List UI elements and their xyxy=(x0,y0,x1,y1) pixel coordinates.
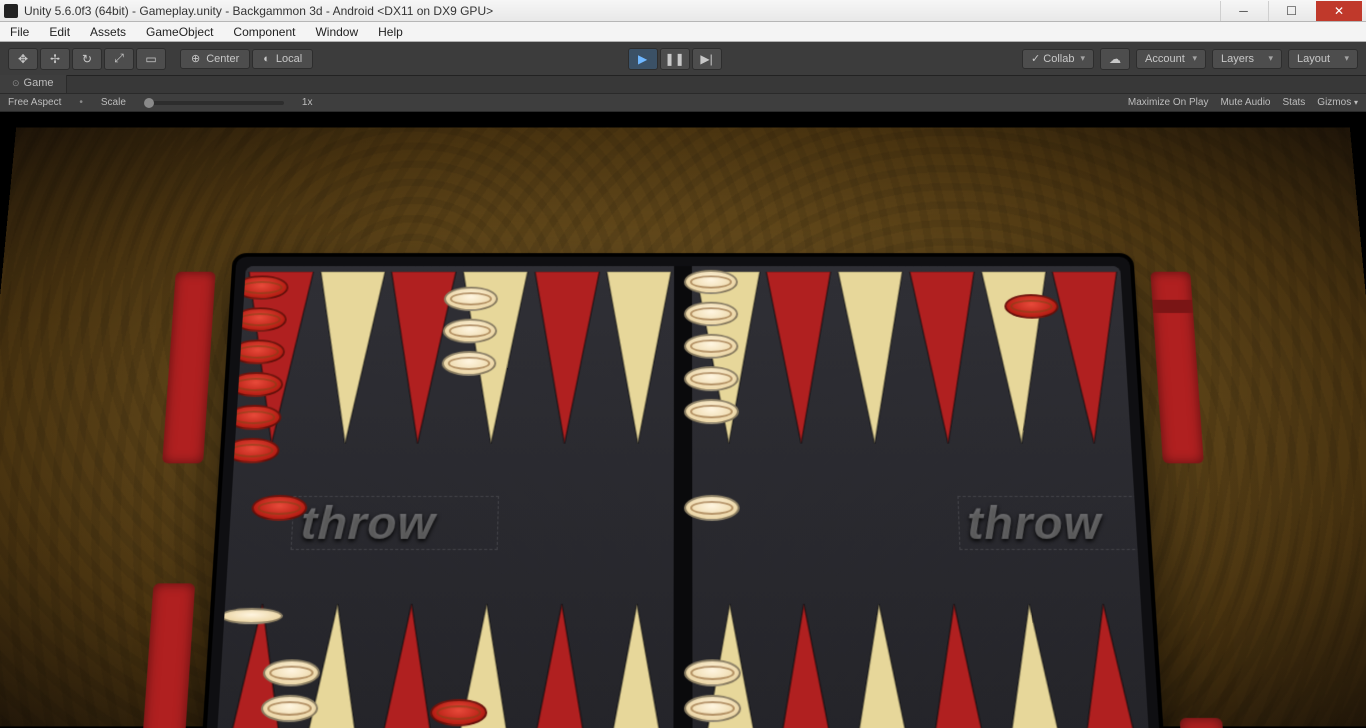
window-title: Unity 5.6.0f3 (64bit) - Gameplay.unity -… xyxy=(24,4,493,18)
pause-button[interactable]: ❚❚ xyxy=(660,48,690,70)
cloud-button[interactable]: ☁ xyxy=(1100,48,1130,70)
maximize-on-play-toggle[interactable]: Maximize On Play xyxy=(1128,97,1209,108)
board-point[interactable] xyxy=(527,272,602,454)
hand-tool-button[interactable]: ✥ xyxy=(8,48,38,70)
layers-dropdown[interactable]: Layers▾ xyxy=(1212,49,1282,69)
minimize-button[interactable]: ─ xyxy=(1220,1,1266,21)
board-point[interactable] xyxy=(991,594,1076,728)
rect-tool-button[interactable]: ▭ xyxy=(136,48,166,70)
close-button[interactable]: ✕ xyxy=(1316,1,1362,21)
board-point[interactable] xyxy=(597,594,674,728)
board-point[interactable] xyxy=(842,594,923,728)
checker-white[interactable] xyxy=(684,399,739,424)
aspect-dropdown[interactable]: Free Aspect xyxy=(8,97,61,108)
board-point[interactable] xyxy=(906,272,985,454)
step-button[interactable]: ▶| xyxy=(692,48,722,70)
board-point[interactable] xyxy=(835,272,912,454)
maximize-button[interactable]: ☐ xyxy=(1268,1,1314,21)
board-point[interactable] xyxy=(916,594,999,728)
account-dropdown[interactable]: Account▾ xyxy=(1136,49,1206,69)
pivot-toggle[interactable]: ⊕Center xyxy=(180,49,250,69)
layout-dropdown[interactable]: Layout▾ xyxy=(1288,49,1358,69)
board-point[interactable] xyxy=(692,272,765,454)
backgammon-board: throw throw xyxy=(197,253,1169,728)
checker-white[interactable] xyxy=(684,659,741,686)
menu-window[interactable]: Window xyxy=(305,23,368,41)
checker-white[interactable] xyxy=(684,270,738,294)
menu-component[interactable]: Component xyxy=(223,23,305,41)
board-point[interactable] xyxy=(767,594,846,728)
bear-off-right-bottom xyxy=(1180,718,1228,728)
tab-strip: Game xyxy=(0,76,1366,94)
stats-toggle[interactable]: Stats xyxy=(1283,97,1306,108)
space-toggle[interactable]: ◐Local xyxy=(252,49,313,69)
game-scene: throw throw xyxy=(0,127,1366,726)
mute-audio-toggle[interactable]: Mute Audio xyxy=(1220,97,1270,108)
checker-white[interactable] xyxy=(684,495,740,521)
tab-game[interactable]: Game xyxy=(0,75,67,93)
window-titlebar: Unity 5.6.0f3 (64bit) - Gameplay.unity -… xyxy=(0,0,1366,22)
board-point[interactable] xyxy=(763,272,838,454)
scale-tool-button[interactable]: ⤢ xyxy=(104,48,134,70)
checker-white[interactable] xyxy=(684,302,738,327)
move-tool-button[interactable]: ✢ xyxy=(40,48,70,70)
collab-dropdown[interactable]: ✓ Collab▾ xyxy=(1022,49,1094,69)
board-point[interactable] xyxy=(308,272,389,454)
scale-label: Scale xyxy=(101,97,126,108)
throw-label-right[interactable]: throw xyxy=(966,493,1103,553)
checker-white[interactable] xyxy=(684,366,739,391)
board-point[interactable] xyxy=(520,594,599,728)
menu-help[interactable]: Help xyxy=(368,23,413,41)
scale-slider[interactable] xyxy=(144,101,284,105)
throw-label-left[interactable]: throw xyxy=(300,493,437,553)
rotate-tool-button[interactable]: ↻ xyxy=(72,48,102,70)
menu-file[interactable]: File xyxy=(0,23,39,41)
checker-white[interactable] xyxy=(684,334,738,359)
menu-gameobject[interactable]: GameObject xyxy=(136,23,223,41)
game-viewport[interactable]: throw throw xyxy=(0,112,1366,728)
board-point[interactable] xyxy=(601,272,674,454)
unity-icon xyxy=(4,4,18,18)
gizmos-dropdown[interactable]: Gizmos ▾ xyxy=(1317,97,1358,108)
checker-white[interactable] xyxy=(684,695,741,722)
game-subtoolbar: Free Aspect • Scale 1x Maximize On Play … xyxy=(0,94,1366,112)
menu-assets[interactable]: Assets xyxy=(80,23,136,41)
checker-red[interactable] xyxy=(1004,294,1059,318)
menubar: File Edit Assets GameObject Component Wi… xyxy=(0,22,1366,42)
play-button[interactable]: ▶ xyxy=(628,48,658,70)
board-point[interactable] xyxy=(1066,594,1153,728)
menu-edit[interactable]: Edit xyxy=(39,23,80,41)
board-point[interactable] xyxy=(1049,272,1132,454)
scale-value: 1x xyxy=(302,97,313,108)
board-hinge xyxy=(674,266,693,728)
toolbar: ✥ ✢ ↻ ⤢ ▭ ⊕Center ◐Local ▶ ❚❚ ▶| ✓ Colla… xyxy=(0,42,1366,76)
